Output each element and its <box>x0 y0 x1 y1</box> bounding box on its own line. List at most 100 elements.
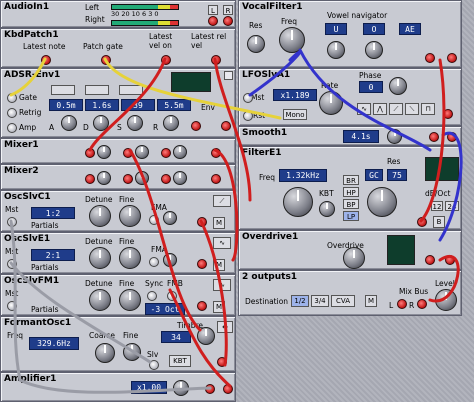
right-in-jack[interactable] <box>417 299 427 309</box>
wave-saw-button[interactable]: ⟋ <box>389 103 403 115</box>
module-amplifier[interactable]: Amplifier1 x1.00 <box>0 372 236 402</box>
filter-in-jack[interactable] <box>417 217 427 227</box>
dest-3-4-button[interactable]: 3/4 <box>311 295 329 307</box>
module-vocalfilter[interactable]: VocalFilter1 Vowel navigator Res Freq U … <box>238 0 462 68</box>
curve-shape-1[interactable] <box>51 85 75 95</box>
fma-in-jack[interactable] <box>149 257 159 267</box>
freq-knob[interactable] <box>283 187 313 217</box>
phase-knob[interactable] <box>389 77 407 95</box>
amp-in-jack[interactable] <box>205 384 215 394</box>
lfo-out-jack[interactable] <box>443 109 453 119</box>
mute-button[interactable]: M <box>213 217 225 229</box>
amp-out-jack[interactable] <box>223 384 233 394</box>
mixer2-in1-jack[interactable] <box>85 174 95 184</box>
kbt-knob[interactable] <box>319 201 335 217</box>
close-icon[interactable] <box>224 71 233 80</box>
left-in-jack[interactable] <box>397 299 407 309</box>
res-knob[interactable] <box>367 187 397 217</box>
lp-mode-button[interactable]: LP <box>343 211 359 221</box>
timbre-knob[interactable] <box>197 327 215 345</box>
module-oscslvfm[interactable]: OscSlvFM1 Mst Partials Detune Fine Sync … <box>0 274 236 316</box>
attack-knob[interactable] <box>61 115 77 131</box>
fma-in-jack[interactable] <box>149 215 159 225</box>
fine-knob[interactable] <box>119 247 141 269</box>
sustain-knob[interactable] <box>127 115 143 131</box>
latest-vel-on-jack[interactable] <box>161 55 171 65</box>
bp-mode-button[interactable]: BP <box>343 199 359 209</box>
res-knob[interactable] <box>247 35 265 53</box>
wave-square-button[interactable]: ⊓ <box>421 103 435 115</box>
module-mixer2[interactable]: Mixer2 <box>0 164 236 190</box>
module-mixer1[interactable]: Mixer1 <box>0 138 236 164</box>
waveform-saw-icon[interactable]: ⟋ <box>213 195 231 207</box>
retrig-in-jack[interactable] <box>7 108 17 118</box>
overdrive-out-jack[interactable] <box>445 255 455 265</box>
osc-out-jack[interactable] <box>197 217 207 227</box>
mst-in-jack[interactable] <box>7 301 17 311</box>
curve-shape-2[interactable] <box>85 85 109 95</box>
right-out-jack[interactable] <box>223 16 233 26</box>
slope-24-button[interactable]: 24 <box>445 201 459 211</box>
module-oscslve[interactable]: OscSlvE1 Mst 2:1 Partials Detune Fine FM… <box>0 232 236 274</box>
fine-knob[interactable] <box>123 343 141 361</box>
fine-knob[interactable] <box>119 289 141 311</box>
decay-knob[interactable] <box>93 115 109 131</box>
env-out-jack[interactable] <box>191 121 201 131</box>
patch-gate-jack[interactable] <box>101 55 111 65</box>
module-smooth[interactable]: Smooth1 4.1s <box>238 126 462 146</box>
slv-jack[interactable] <box>149 360 159 370</box>
latest-note-jack[interactable] <box>41 55 51 65</box>
module-adsr[interactable]: ADSR-Env1 Gate Retrig Amp 0.5m 1.6s 39 5… <box>0 68 236 138</box>
gain-knob[interactable] <box>173 380 189 396</box>
module-formant[interactable]: FormantOsc1 Freq 329.6Hz Coarse Fine Tim… <box>0 316 236 372</box>
amp-in-jack[interactable] <box>7 123 17 133</box>
module-audioin[interactable]: AudioIn1 Left Right 30 20 10 6 3 0 L R <box>0 0 236 28</box>
smooth-knob[interactable] <box>387 129 402 144</box>
kbt-button[interactable]: KBT <box>169 355 191 367</box>
smooth-in-jack[interactable] <box>429 132 439 142</box>
fmb-in-jack[interactable] <box>167 291 177 301</box>
mixer1-level2-knob[interactable] <box>135 145 149 159</box>
out-jack[interactable] <box>221 121 231 131</box>
mixer1-in1-jack[interactable] <box>85 148 95 158</box>
mute-button[interactable]: M <box>365 295 377 307</box>
overdrive-in-jack[interactable] <box>425 255 435 265</box>
gate-in-jack[interactable] <box>7 93 17 103</box>
mst-in-jack[interactable] <box>7 259 17 269</box>
slope-12-button[interactable]: 12 <box>431 201 443 211</box>
vowel-knob-2[interactable] <box>365 41 383 59</box>
osc-out-jack[interactable] <box>197 301 207 311</box>
fma-knob[interactable] <box>163 253 177 267</box>
wave-ramp-button[interactable]: ⟍ <box>405 103 419 115</box>
mixer2-out-jack[interactable] <box>211 174 221 184</box>
osc-out-jack[interactable] <box>197 259 207 269</box>
vowel-knob-1[interactable] <box>327 41 345 59</box>
fine-knob[interactable] <box>119 205 141 227</box>
sync-in-jack[interactable] <box>147 291 157 301</box>
rate-knob[interactable] <box>319 91 343 115</box>
r-output-button[interactable]: R <box>223 5 233 15</box>
mixer1-out-jack[interactable] <box>211 148 221 158</box>
mixer2-level1-knob[interactable] <box>97 171 111 185</box>
mixer1-level1-knob[interactable] <box>97 145 111 159</box>
vocal-out-jack[interactable] <box>447 53 457 63</box>
detune-knob[interactable] <box>89 247 111 269</box>
detune-knob[interactable] <box>89 205 111 227</box>
freq-knob[interactable] <box>279 27 305 53</box>
module-lfo[interactable]: LFOSlvA1 Mst x1.189 Rst Mono Rate Phase … <box>238 68 462 126</box>
coarse-knob[interactable] <box>95 343 115 363</box>
hp-mode-button[interactable]: HP <box>343 187 359 197</box>
latest-rel-vel-jack[interactable] <box>211 55 221 65</box>
smooth-out-jack[interactable] <box>447 132 457 142</box>
level-knob[interactable] <box>435 289 457 311</box>
mixer2-level2-knob[interactable] <box>135 171 149 185</box>
mute-button[interactable]: M <box>213 259 225 271</box>
mixer2-level3-knob[interactable] <box>173 171 187 185</box>
mst-in-jack[interactable] <box>7 217 17 227</box>
wave-tri-button[interactable]: ⋀ <box>373 103 387 115</box>
br-mode-button[interactable]: BR <box>343 175 359 185</box>
wave-sine-button[interactable]: ∿ <box>357 103 371 115</box>
waveform-sine-icon[interactable]: ∿ <box>213 237 231 249</box>
module-filtere[interactable]: FilterE1 Freq 1.32kHz KBT BR HP BP LP Re… <box>238 146 462 230</box>
dest-cva-button[interactable]: CVA <box>331 295 355 307</box>
